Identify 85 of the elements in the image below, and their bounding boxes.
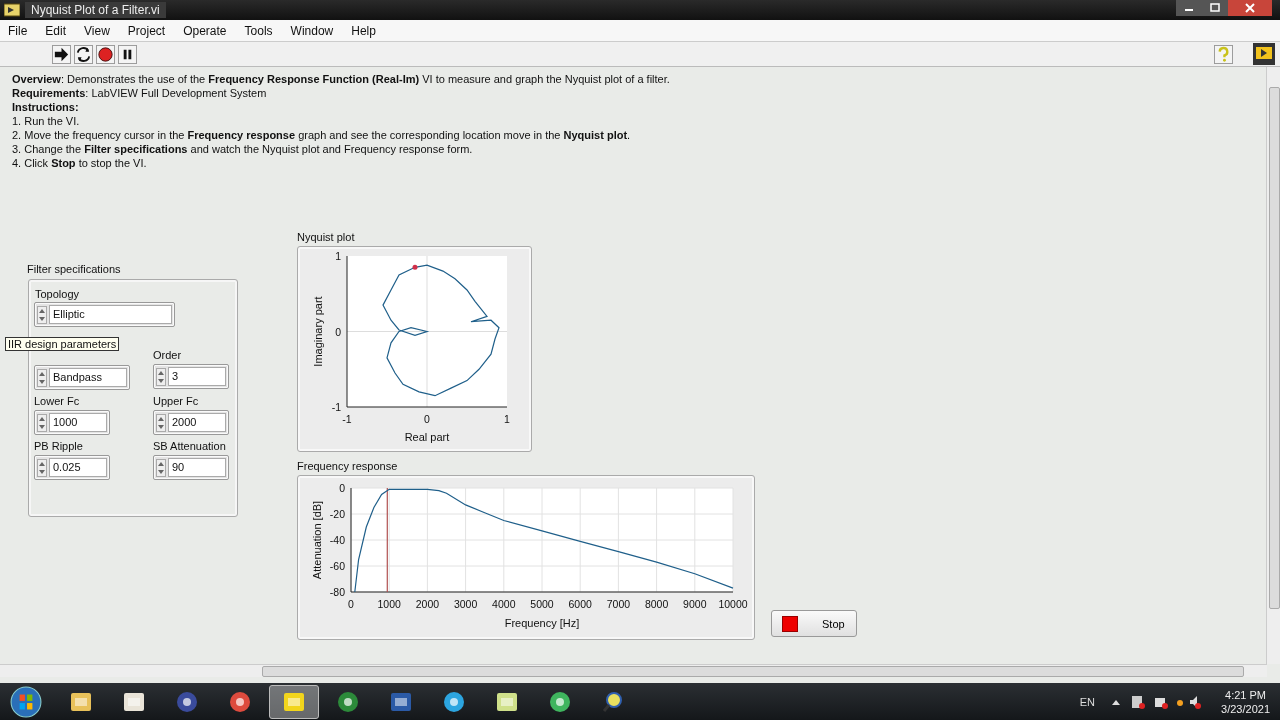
start-button[interactable]: [10, 685, 42, 718]
graph-label: Frequency response: [297, 460, 398, 472]
tick-label: 6000: [568, 598, 592, 610]
spinner-icon[interactable]: [156, 413, 166, 432]
graph-label: Nyquist plot: [297, 231, 355, 243]
tick-label: 7000: [606, 598, 631, 610]
menu-item[interactable]: File: [6, 23, 30, 38]
tick-label: -60: [329, 560, 345, 572]
menu-item[interactable]: Edit: [43, 23, 69, 38]
axis-title: Imaginary part: [312, 296, 324, 367]
field-label: Lower Fc: [34, 395, 81, 407]
run-arrow-icon[interactable]: [52, 44, 71, 64]
stop-button[interactable]: Stop: [771, 610, 857, 637]
description-line: 3. Change the Filter specifications and watch the Nyquist plot and Frequency response form.: [12, 142, 474, 156]
topology-ring[interactable]: Elliptic: [34, 302, 175, 327]
spinner-icon[interactable]: [37, 413, 47, 432]
pause-icon[interactable]: [118, 44, 137, 64]
run-continuously-icon[interactable]: [74, 44, 93, 64]
cluster-label: Filter specifications: [27, 263, 121, 275]
clock-time[interactable]: 4:21 PM: [1225, 687, 1266, 702]
menu-item[interactable]: Help: [349, 23, 378, 38]
numeric-field[interactable]: 0.025: [34, 455, 110, 480]
description-line: 1. Run the VI.: [12, 114, 81, 128]
tick-label: -40: [329, 534, 345, 546]
field-label: Topology: [35, 288, 80, 300]
tick-label: 3000: [453, 598, 478, 610]
vertical-scrollbar[interactable]: [1266, 67, 1280, 664]
spinner-icon[interactable]: [37, 458, 47, 477]
frequency-cursor[interactable]: [386, 487, 388, 593]
tick-label: 10000: [718, 598, 748, 610]
numeric-field[interactable]: Bandpass: [34, 365, 130, 390]
field-label: PB Ripple: [34, 440, 84, 452]
tick-label: 0: [424, 413, 430, 425]
tick-label: -1: [331, 401, 341, 413]
field-label: Upper Fc: [153, 395, 200, 407]
spinner-icon[interactable]: [37, 305, 47, 324]
field-label: SB Attenuation: [153, 440, 227, 452]
numeric-field[interactable]: 1000: [34, 410, 110, 435]
tick-label: 5000: [530, 598, 554, 610]
tick-label: 1: [504, 413, 510, 425]
tray-icons-drawing[interactable]: [1110, 693, 1203, 710]
description-line: 4. Click Stop to stop the VI.: [12, 156, 148, 170]
tick-label: 8000: [644, 598, 669, 610]
minimize-icon[interactable]: [1176, 0, 1202, 16]
language-indicator[interactable]: EN: [1079, 695, 1096, 708]
tooltip: IIR design parameters: [5, 337, 120, 351]
axis-title: Frequency [Hz]: [504, 617, 580, 629]
spinner-icon[interactable]: [156, 458, 166, 477]
spinner-icon[interactable]: [156, 367, 166, 386]
close-icon[interactable]: [1228, 0, 1272, 16]
description-line: 2. Move the frequency cursor in the Frequency response graph and see the corresponding location move in the Nyquist plot.: [12, 128, 632, 142]
horizontal-scrollbar[interactable]: [0, 664, 1267, 677]
menu-item[interactable]: Tools: [242, 23, 275, 38]
maximize-icon[interactable]: [1202, 0, 1228, 16]
spinner-icon[interactable]: [37, 368, 47, 387]
tick-label: -20: [329, 508, 345, 520]
tick-label: 2000: [415, 598, 440, 610]
vi-icon: [1252, 42, 1276, 66]
abort-icon[interactable]: [96, 44, 115, 64]
tick-label: 0: [348, 598, 354, 610]
tick-label: 9000: [683, 598, 707, 610]
description-line: Overview: Demonstrates the use of the Frequency Response Function (Real-Im) VI to measure and graph the Nyquist plot of a filter.: [12, 72, 671, 86]
window-title: Nyquist Plot of a Filter.vi: [25, 2, 166, 18]
tick-label: 0: [339, 482, 345, 494]
numeric-field[interactable]: 3: [153, 364, 229, 389]
menu-item[interactable]: View: [82, 23, 112, 38]
taskbar-app-icon[interactable]: [269, 684, 319, 719]
app-icon: [4, 3, 20, 17]
description-line: Instructions:: [12, 100, 80, 114]
description-line: Requirements: LabVIEW Full Development System: [12, 86, 268, 100]
numeric-field[interactable]: 2000: [153, 410, 229, 435]
tick-label: 0: [335, 325, 341, 338]
tick-label: 1000: [377, 598, 401, 610]
numeric-field[interactable]: 90: [153, 455, 229, 480]
menu-item[interactable]: Window: [288, 23, 336, 38]
clock-date[interactable]: 3/23/2021: [1221, 701, 1270, 716]
menu-item[interactable]: Project: [125, 23, 168, 38]
tick-label: -1: [342, 413, 352, 425]
field-label: Order: [153, 349, 183, 361]
menu-item[interactable]: Operate: [181, 23, 229, 38]
tick-label: 4000: [492, 598, 516, 610]
tick-label: -80: [329, 586, 345, 598]
tick-label: 1: [335, 250, 341, 262]
axis-title: Attenuation [dB]: [311, 500, 323, 580]
axis-title: Real part: [404, 431, 450, 443]
